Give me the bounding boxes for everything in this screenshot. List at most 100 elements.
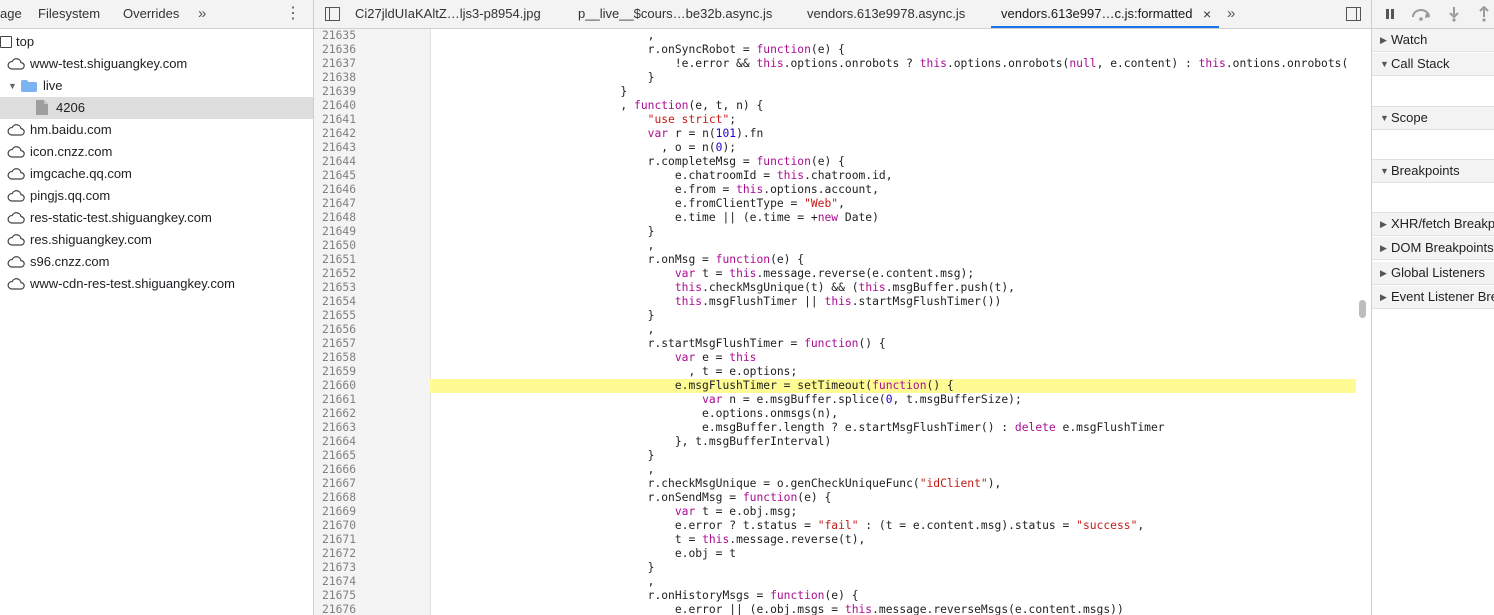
line-number[interactable]: 21647	[314, 197, 356, 211]
line-number[interactable]: 21638	[314, 71, 356, 85]
line-number[interactable]: 21659	[314, 365, 356, 379]
code-line[interactable]: 21636 r.onSyncRobot = function(e) {	[314, 43, 1356, 57]
tree-item-domain[interactable]: imgcache.qq.com	[0, 163, 313, 185]
line-number[interactable]: 21672	[314, 547, 356, 561]
line-number[interactable]: 21645	[314, 169, 356, 183]
editor-tab[interactable]: Ci27jldUIaKAltZ…ljs3-p8954.jpg	[355, 0, 541, 28]
pane-watch[interactable]: ▶ Watch	[1372, 29, 1494, 52]
line-number[interactable]: 21656	[314, 323, 356, 337]
code-line[interactable]: 21657 r.startMsgFlushTimer = function() …	[314, 337, 1356, 351]
code-line[interactable]: 21666 ,	[314, 463, 1356, 477]
vertical-scrollbar-thumb[interactable]	[1359, 300, 1366, 318]
close-tab-icon[interactable]: ×	[1203, 0, 1211, 28]
pane-breakpoints[interactable]: ▼ Breakpoints	[1372, 160, 1494, 183]
code-line[interactable]: 21646 e.from = this.options.account,	[314, 183, 1356, 197]
editor-tab-active[interactable]: vendors.613e997…c.js:formatted	[991, 0, 1219, 28]
code-line[interactable]: 21655 }	[314, 309, 1356, 323]
line-number[interactable]: 21648	[314, 211, 356, 225]
pane-call-stack[interactable]: ▼ Call Stack	[1372, 53, 1494, 76]
tree-item-domain[interactable]: www-cdn-res-test.shiguangkey.com	[0, 273, 313, 295]
line-number[interactable]: 21660	[314, 379, 356, 393]
code-line[interactable]: 21662 e.options.onmsgs(n),	[314, 407, 1356, 421]
code-line[interactable]: 21661 var n = e.msgBuffer.splice(0, t.ms…	[314, 393, 1356, 407]
code-line[interactable]: 21652 var t = this.message.reverse(e.con…	[314, 267, 1356, 281]
code-line[interactable]: 21640 , function(e, t, n) {	[314, 99, 1356, 113]
line-number[interactable]: 21636	[314, 43, 356, 57]
code-line[interactable]: 21665 }	[314, 449, 1356, 463]
line-number[interactable]: 21673	[314, 561, 356, 575]
code-line[interactable]: 21659 , t = e.options;	[314, 365, 1356, 379]
step-into-icon[interactable]	[1448, 6, 1460, 22]
code-line[interactable]: 21663 e.msgBuffer.length ? e.startMsgFlu…	[314, 421, 1356, 435]
tree-item-domain[interactable]: res-static-test.shiguangkey.com	[0, 207, 313, 229]
pane-global-listeners[interactable]: ▶ Global Listeners	[1372, 262, 1494, 285]
line-number[interactable]: 21662	[314, 407, 356, 421]
line-number[interactable]: 21667	[314, 477, 356, 491]
line-number[interactable]: 21635	[314, 29, 356, 43]
line-number[interactable]: 21642	[314, 127, 356, 141]
line-number[interactable]: 21671	[314, 533, 356, 547]
code-line[interactable]: 21670 e.error ? t.status = "fail" : (t =…	[314, 519, 1356, 533]
code-line[interactable]: 21654 this.msgFlushTimer || this.startMs…	[314, 295, 1356, 309]
line-number[interactable]: 21676	[314, 603, 356, 615]
line-number[interactable]: 21668	[314, 491, 356, 505]
line-number[interactable]: 21670	[314, 519, 356, 533]
code-line[interactable]: 21644 r.completeMsg = function(e) {	[314, 155, 1356, 169]
code-line-highlighted[interactable]: 21660 e.msgFlushTimer = setTimeout(funct…	[314, 379, 1356, 393]
code-line[interactable]: 21639 }	[314, 85, 1356, 99]
line-number[interactable]: 21661	[314, 393, 356, 407]
code-line[interactable]: 21650 ,	[314, 239, 1356, 253]
tree-item-domain[interactable]: res.shiguangkey.com	[0, 229, 313, 251]
code-line[interactable]: 21668 r.onSendMsg = function(e) {	[314, 491, 1356, 505]
line-number[interactable]: 21637	[314, 57, 356, 71]
pane-xhr-breakpoints[interactable]: ▶ XHR/fetch Breakpoints	[1372, 213, 1494, 236]
tree-item-domain[interactable]: icon.cnzz.com	[0, 141, 313, 163]
tree-item-domain[interactable]: s96.cnzz.com	[0, 251, 313, 273]
line-number[interactable]: 21641	[314, 113, 356, 127]
code-line[interactable]: 21671 t = this.message.reverse(t),	[314, 533, 1356, 547]
code-line[interactable]: 21651 r.onMsg = function(e) {	[314, 253, 1356, 267]
code-line[interactable]: 21673 }	[314, 561, 1356, 575]
code-line[interactable]: 21643 , o = n(0);	[314, 141, 1356, 155]
code-line[interactable]: 21676 e.error || (e.obj.msgs = this.mess…	[314, 603, 1356, 615]
code-line[interactable]: 21637 !e.error && this.options.onrobots …	[314, 57, 1356, 71]
code-line[interactable]: 21675 r.onHistoryMsgs = function(e) {	[314, 589, 1356, 603]
line-number[interactable]: 21654	[314, 295, 356, 309]
line-number[interactable]: 21666	[314, 463, 356, 477]
line-number[interactable]: 21639	[314, 85, 356, 99]
tree-item-file-selected[interactable]: 4206	[0, 97, 313, 119]
tab-overrides[interactable]: Overrides	[123, 0, 179, 28]
code-line[interactable]: 21658 var e = this	[314, 351, 1356, 365]
editor-tab[interactable]: vendors.613e9978.async.js	[807, 0, 965, 28]
line-number[interactable]: 21651	[314, 253, 356, 267]
pane-event-listener-breakpoints[interactable]: ▶ Event Listener Breakpoints	[1372, 286, 1494, 309]
more-tabs-chevron-icon[interactable]: »	[198, 0, 206, 28]
pause-icon[interactable]	[1384, 8, 1396, 20]
line-number[interactable]: 21655	[314, 309, 356, 323]
tab-page[interactable]: age	[0, 0, 22, 28]
code-line[interactable]: 21672 e.obj = t	[314, 547, 1356, 561]
line-number[interactable]: 21653	[314, 281, 356, 295]
code-line[interactable]: 21674 ,	[314, 575, 1356, 589]
pane-scope[interactable]: ▼ Scope	[1372, 107, 1494, 130]
line-number[interactable]: 21663	[314, 421, 356, 435]
tree-item-domain[interactable]: hm.baidu.com	[0, 119, 313, 141]
line-number[interactable]: 21646	[314, 183, 356, 197]
tree-item-top[interactable]: top	[0, 31, 313, 53]
tree-item-folder-live[interactable]: ▼ live	[0, 75, 313, 97]
tree-item-domain[interactable]: pingjs.qq.com	[0, 185, 313, 207]
line-number[interactable]: 21665	[314, 449, 356, 463]
code-line[interactable]: 21648 e.time || (e.time = +new Date)	[314, 211, 1356, 225]
more-options-icon[interactable]: ⋮	[285, 0, 301, 28]
code-line[interactable]: 21664 }, t.msgBufferInterval)	[314, 435, 1356, 449]
code-line[interactable]: 21649 }	[314, 225, 1356, 239]
step-out-icon[interactable]	[1478, 6, 1490, 22]
code-line[interactable]: 21641 "use strict";	[314, 113, 1356, 127]
code-line[interactable]: 21645 e.chatroomId = this.chatroom.id,	[314, 169, 1356, 183]
step-over-icon[interactable]	[1410, 7, 1432, 21]
code-line[interactable]: 21642 var r = n(101).fn	[314, 127, 1356, 141]
code-line[interactable]: 21635 ,	[314, 29, 1356, 43]
code-area[interactable]: 21635 , 21636 r.onSyncRobot = function(e)…	[314, 29, 1356, 615]
line-number[interactable]: 21674	[314, 575, 356, 589]
editor-tab[interactable]: p__live__$cours…be32b.async.js	[578, 0, 772, 28]
